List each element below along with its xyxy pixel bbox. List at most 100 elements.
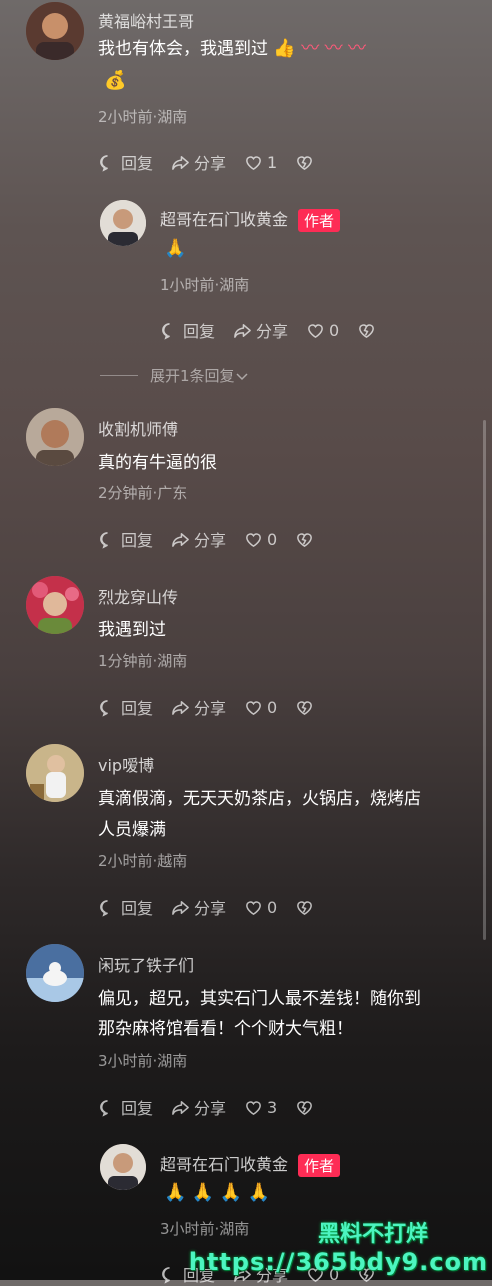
- comment-meta: 2小时前·越南: [98, 852, 188, 870]
- sparkle-icon: 〰: [324, 38, 343, 59]
- reply-label: 回复: [121, 899, 154, 918]
- comment-text: 🙏: [164, 234, 186, 264]
- comment-text-line2: 💰: [104, 66, 126, 96]
- pray-hands-icon: 🙏: [164, 238, 187, 259]
- avatar[interactable]: [26, 944, 84, 1002]
- share-icon: [172, 532, 189, 547]
- commenter-name[interactable]: 黄福峪村王哥: [98, 8, 194, 32]
- like-button[interactable]: 0: [244, 530, 277, 549]
- chevron-down-icon: [236, 372, 248, 380]
- share-label: 分享: [194, 531, 227, 550]
- dislike-button[interactable]: [357, 321, 380, 340]
- like-button[interactable]: 1: [244, 153, 277, 172]
- avatar[interactable]: [26, 576, 84, 634]
- comment-actions: 回复 分享 3: [98, 1095, 336, 1119]
- pray-hands-icon: 🙏: [191, 1182, 215, 1203]
- commenter-name[interactable]: 收割机师傅: [98, 416, 178, 440]
- share-button[interactable]: 分享: [171, 150, 226, 174]
- reply-button[interactable]: 回复: [98, 895, 153, 919]
- comment-text: 真滴假滴，无天天奶茶店，火锅店，烧烤店: [98, 789, 421, 809]
- avatar[interactable]: [26, 744, 84, 802]
- reply-icon: [100, 531, 108, 549]
- reply-label: 回复: [121, 531, 154, 550]
- broken-heart-icon: [297, 532, 313, 547]
- comment-actions: 回复 分享 0: [160, 318, 398, 342]
- dislike-button[interactable]: [295, 530, 318, 549]
- dislike-button[interactable]: [295, 898, 318, 917]
- expand-replies-label: 展开1条回复: [150, 367, 235, 385]
- reply-button[interactable]: 回复: [98, 527, 153, 551]
- commenter-name[interactable]: vip嗳博: [98, 752, 154, 776]
- comment-actions: 回复 分享 1: [98, 150, 336, 174]
- heart-icon: [246, 155, 261, 170]
- avatar[interactable]: [26, 408, 84, 466]
- author-badge: 作者: [298, 209, 341, 232]
- like-button[interactable]: 0: [244, 898, 277, 917]
- share-button[interactable]: 分享: [171, 895, 226, 919]
- sparkle-icon: 〰: [348, 38, 367, 59]
- like-count: 0: [329, 320, 340, 340]
- comment-text: 我遇到过: [98, 620, 166, 640]
- reply-button[interactable]: 回复: [160, 318, 215, 342]
- reply-button[interactable]: 回复: [98, 1095, 153, 1119]
- pray-hands-icon: 🙏: [164, 1182, 187, 1203]
- reply-icon: [100, 154, 108, 172]
- share-button[interactable]: 分享: [171, 695, 226, 719]
- reply-button[interactable]: 回复: [98, 150, 153, 174]
- commenter-name-text[interactable]: 超哥在石门收黄金: [160, 1155, 288, 1174]
- like-button[interactable]: 0: [244, 698, 277, 717]
- comment-meta: 2分钟前·广东: [98, 484, 188, 502]
- reply-label: 回复: [183, 322, 216, 341]
- commenter-name-text[interactable]: 超哥在石门收黄金: [160, 210, 288, 229]
- comment-text-line2: 那杂麻将馆看看！个个财大气粗！: [98, 1019, 353, 1039]
- comment-text-line2: 人员爆满: [98, 820, 166, 840]
- comment-text: 我也有体会，我遇到过 👍 〰 〰 〰: [98, 34, 366, 64]
- reply-icon: [100, 699, 108, 717]
- comment-actions: 回复 分享 0: [98, 895, 336, 919]
- reply-icon: [162, 322, 170, 340]
- commenter-name[interactable]: 闲玩了铁子们: [98, 952, 194, 976]
- comment-text: 真的有牛逼的很: [98, 453, 217, 473]
- like-count: 0: [267, 697, 278, 717]
- comment-meta: 3小时前·湖南: [98, 1052, 188, 1070]
- pray-hands-icon: 🙏: [219, 1182, 243, 1203]
- comment-text: 偏见，超兄，其实石门人最不差钱！随你到: [98, 989, 421, 1009]
- watermark-line2: https://365bdy9.com: [188, 1248, 488, 1276]
- heart-icon: [246, 1100, 261, 1115]
- commenter-name: 超哥在石门收黄金 作者: [160, 206, 341, 232]
- broken-heart-icon: [297, 700, 313, 715]
- share-button[interactable]: 分享: [171, 1095, 226, 1119]
- share-button[interactable]: 分享: [233, 318, 288, 342]
- share-label: 分享: [194, 1099, 227, 1118]
- avatar[interactable]: [26, 2, 84, 60]
- sparkle-icon: 〰: [301, 38, 320, 59]
- reply-icon: [100, 1099, 108, 1117]
- commenter-name[interactable]: 烈龙穿山传: [98, 584, 178, 608]
- comment-meta: 1分钟前·湖南: [98, 652, 188, 670]
- scrollbar[interactable]: [483, 420, 486, 940]
- like-button[interactable]: 3: [244, 1098, 277, 1117]
- reply-icon: [162, 1266, 170, 1284]
- share-icon: [234, 323, 251, 338]
- dislike-button[interactable]: [295, 1098, 318, 1117]
- reply-icon: [100, 899, 108, 917]
- reply-button[interactable]: 回复: [98, 695, 153, 719]
- dislike-button[interactable]: [295, 153, 318, 172]
- share-icon: [172, 1100, 189, 1115]
- comment-text-content: 我也有体会，我遇到过: [98, 39, 268, 59]
- commenter-name: 超哥在石门收黄金 作者: [160, 1151, 341, 1177]
- share-button[interactable]: 分享: [171, 527, 226, 551]
- comment-text: 🙏 🙏 🙏 🙏: [164, 1178, 270, 1208]
- share-icon: [172, 155, 189, 170]
- like-button[interactable]: 0: [306, 321, 339, 340]
- share-label: 分享: [194, 154, 227, 173]
- like-count: 0: [267, 529, 278, 549]
- avatar[interactable]: [100, 200, 146, 246]
- comment-actions: 回复 分享 0: [98, 527, 336, 551]
- expand-replies-button[interactable]: 展开1条回复: [100, 365, 249, 386]
- share-icon: [172, 700, 189, 715]
- dislike-button[interactable]: [295, 698, 318, 717]
- avatar[interactable]: [100, 1144, 146, 1190]
- watermark: 黑料不打烊 https://365bdy9.com: [189, 1216, 488, 1276]
- heart-icon: [246, 700, 261, 715]
